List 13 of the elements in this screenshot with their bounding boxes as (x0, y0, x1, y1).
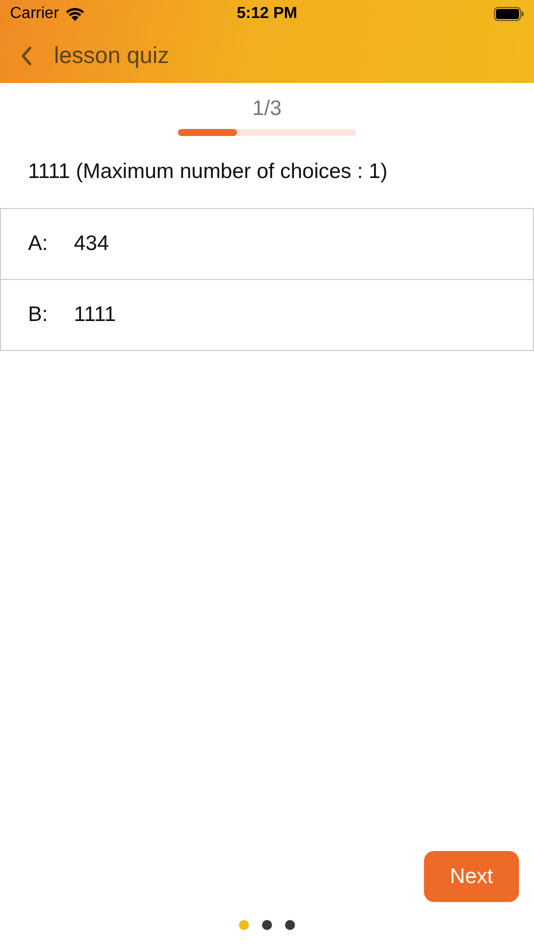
question-text: 1111 (Maximum number of choices : 1) (27, 159, 388, 185)
status-time: 5:12 PM (236, 5, 298, 22)
page-dot[interactable] (239, 920, 249, 930)
progress-label: 1/3 (252, 97, 282, 121)
page-dot[interactable] (262, 920, 272, 930)
battery-icon (494, 7, 524, 21)
screen-title: lesson quiz (54, 42, 170, 69)
carrier-label: Carrier (10, 5, 59, 23)
answer-option[interactable]: B: 1111 (0, 280, 534, 351)
page-dot[interactable] (285, 920, 295, 930)
back-button[interactable] (20, 46, 32, 66)
wifi-icon (64, 7, 85, 21)
answer-option[interactable]: A: 434 (0, 209, 534, 280)
